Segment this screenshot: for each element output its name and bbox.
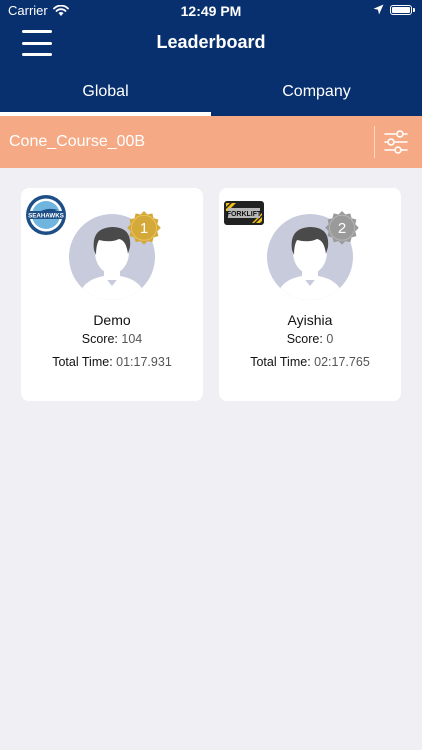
course-name: Cone_Course_00B bbox=[9, 133, 146, 150]
time-label: Total Time: bbox=[250, 355, 311, 369]
battery-icon bbox=[390, 4, 415, 15]
course-selector[interactable]: Cone_Course_00B bbox=[0, 116, 422, 168]
score-line: Score: 0 bbox=[219, 332, 401, 346]
seahawks-logo: SEAHAWKS bbox=[26, 195, 66, 235]
time-label: Total Time: bbox=[52, 355, 113, 369]
score-label: Score: bbox=[286, 332, 323, 346]
time-value: 02:17.765 bbox=[314, 355, 370, 369]
divider bbox=[374, 126, 375, 158]
status-time: 12:49 PM bbox=[180, 3, 242, 19]
tab-company[interactable]: Company bbox=[211, 70, 422, 116]
logo-text: SEAHAWKS bbox=[28, 213, 64, 220]
leader-card[interactable]: FORKLIFT 2 Ayishia Score: 0 Total Time: … bbox=[219, 188, 401, 401]
leader-card[interactable]: SEAHAWKS 1 Demo Score: 104 Total Time: 0… bbox=[21, 188, 203, 401]
score-value: 104 bbox=[121, 332, 143, 346]
score-line: Score: 104 bbox=[21, 332, 203, 346]
rank-number: 2 bbox=[338, 220, 346, 237]
time-value: 01:17.931 bbox=[116, 355, 172, 369]
status-bar: Carrier 12:49 PM bbox=[0, 0, 422, 22]
rank-medal-silver-icon: 2 bbox=[325, 211, 359, 245]
page-title: Leaderboard bbox=[156, 32, 266, 52]
score-label: Score: bbox=[81, 332, 118, 346]
app-header: Carrier 12:49 PM Leaderboard Global Comp… bbox=[0, 0, 422, 116]
tab-global[interactable]: Global bbox=[0, 70, 211, 116]
location-arrow-icon bbox=[373, 4, 384, 15]
time-line: Total Time: 01:17.931 bbox=[21, 355, 203, 369]
time-line: Total Time: 02:17.765 bbox=[219, 355, 401, 369]
forklift-logo: FORKLIFT bbox=[224, 201, 264, 225]
player-name: Ayishia bbox=[287, 312, 333, 328]
rank-number: 1 bbox=[140, 220, 148, 237]
logo-text: FORKLIFT bbox=[227, 211, 262, 218]
filter-sliders-icon[interactable] bbox=[383, 128, 409, 156]
player-name: Demo bbox=[93, 312, 131, 328]
leaderboard-tabs: Global Company bbox=[0, 70, 422, 116]
score-value: 0 bbox=[326, 332, 334, 346]
rank-medal-gold-icon: 1 bbox=[127, 211, 161, 245]
